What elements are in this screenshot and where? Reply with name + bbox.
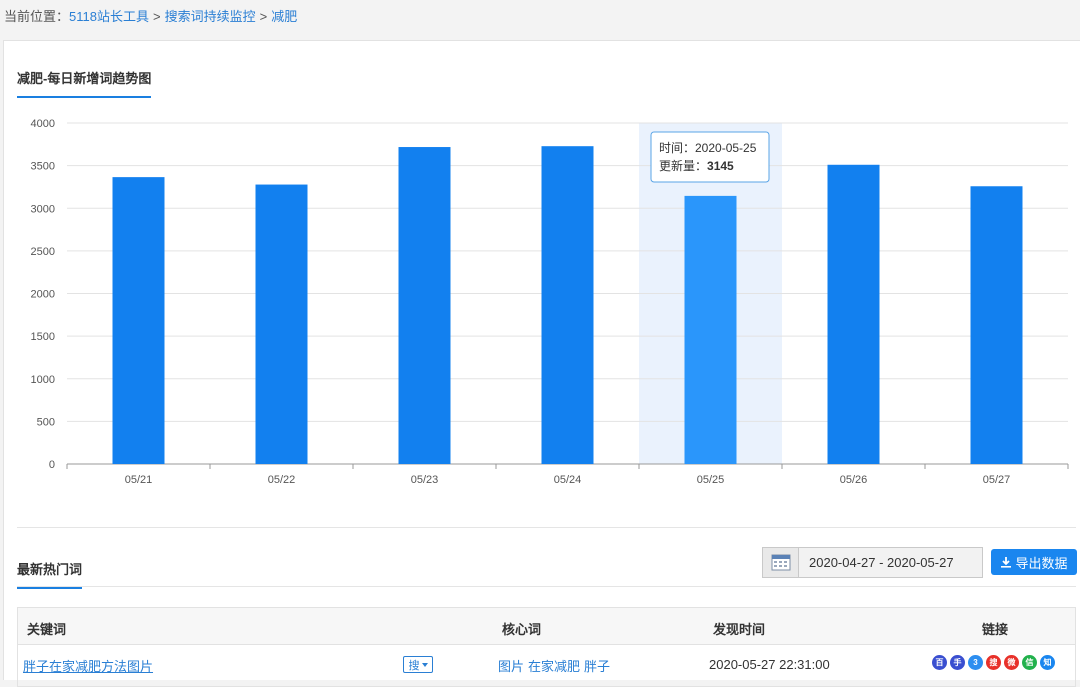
download-icon: [1001, 557, 1012, 568]
divider: [17, 527, 1076, 528]
bar-05-27: [970, 186, 1023, 464]
x-tick-label: 05/26: [840, 474, 868, 486]
table-header: 关键词 核心词 发现时间 链接: [18, 608, 1075, 645]
header-core: 核心词: [502, 622, 542, 637]
divider: [17, 586, 1076, 587]
search-dropdown-button[interactable]: 搜: [403, 656, 433, 673]
export-label: 导出数据: [1015, 555, 1068, 571]
breadcrumb-link-tools[interactable]: 5118站长工具: [69, 9, 149, 24]
date-range-value: 2020-04-27 - 2020-05-27: [809, 555, 954, 570]
bar-05-25: [684, 195, 737, 465]
tooltip-time: 时间：2020-05-25: [659, 141, 757, 155]
y-tick-label: 1500: [31, 331, 55, 343]
core-word-link[interactable]: 图片: [498, 659, 524, 674]
found-time: 2020-05-27 22:31:00: [709, 657, 830, 672]
table-row: 胖子在家减肥方法图片 搜 图片 在家减肥 胖子 2020-05-27 22:31:0…: [18, 645, 1075, 685]
weibo-icon[interactable]: 微: [1004, 655, 1019, 670]
tooltip-value: 更新量：3145: [659, 158, 734, 173]
tooltip: [650, 131, 770, 183]
breadcrumb-separator: >: [259, 9, 268, 24]
bar-05-21: [112, 177, 165, 465]
bar-05-22: [255, 184, 308, 464]
core-word-link[interactable]: 在家减肥: [528, 659, 580, 674]
trend-chart[interactable]: 0 500 1000 1500 2000 2500 3000 3500 4000 05/21 05/…: [4, 41, 1080, 511]
baidu-mobile-icon[interactable]: 手: [950, 655, 965, 670]
y-tick-label: 3000: [31, 203, 55, 215]
y-tick-label: 2000: [31, 289, 55, 301]
core-words: 图片 在家减肥 胖子: [498, 656, 614, 675]
keyword-link[interactable]: 胖子在家减肥方法图片: [23, 656, 153, 675]
baidu-icon[interactable]: 百: [932, 655, 947, 670]
search-label: 搜: [408, 659, 420, 672]
x-tick-label: 05/27: [983, 474, 1011, 486]
x-tick-label: 05/22: [268, 474, 296, 486]
zhihu-icon[interactable]: 知: [1040, 655, 1055, 670]
x-tick-label: 05/25: [697, 474, 725, 486]
header-found-time: 发现时间: [713, 622, 766, 637]
bar-05-24: [541, 146, 594, 465]
360-icon[interactable]: 3: [968, 655, 983, 670]
calendar-icon[interactable]: [763, 548, 799, 577]
header-keyword: 关键词: [27, 622, 67, 637]
hot-words-title: 最新热门词: [17, 559, 83, 589]
y-tick-label: 2500: [31, 246, 55, 258]
breadcrumb-link-current[interactable]: 减肥: [271, 9, 297, 24]
core-word-link[interactable]: 胖子: [584, 659, 610, 674]
x-tick-label: 05/24: [554, 474, 582, 486]
y-tick-label: 3500: [31, 161, 55, 173]
x-tick-label: 05/21: [125, 474, 153, 486]
bar-05-26: [827, 164, 880, 464]
sogou-icon[interactable]: 搜: [986, 655, 1001, 670]
y-tick-label: 0: [49, 459, 55, 471]
hot-words-table: 关键词 核心词 发现时间 链接 胖子在家减肥方法图片 搜 图片 在家减肥 胖子 20…: [17, 607, 1076, 687]
y-tick-label: 500: [37, 416, 55, 428]
search-engine-links: 百手3搜微信知: [932, 655, 1055, 670]
breadcrumb-separator: >: [152, 9, 161, 24]
bar-05-23: [398, 147, 451, 464]
breadcrumb-link-monitor[interactable]: 搜索词持续监控: [165, 9, 256, 24]
y-tick-label: 4000: [31, 118, 55, 130]
date-range-picker[interactable]: 2020-04-27 - 2020-05-27: [762, 547, 983, 578]
x-tick-label: 05/23: [411, 474, 439, 486]
y-tick-label: 1000: [31, 374, 55, 386]
header-links: 链接: [982, 622, 1009, 637]
wechat-icon[interactable]: 信: [1022, 655, 1037, 670]
export-data-button[interactable]: 导出数据: [991, 549, 1077, 575]
breadcrumb-prefix: 当前位置：: [4, 9, 70, 24]
breadcrumb: 当前位置：5118站长工具 > 搜索词持续监控 > 减肥: [4, 6, 297, 26]
caret-down-icon: [421, 662, 428, 667]
main-panel: 减肥-每日新增词趋势图 0 500 1000 1500 2000 2500 3000 3500…: [3, 40, 1080, 687]
